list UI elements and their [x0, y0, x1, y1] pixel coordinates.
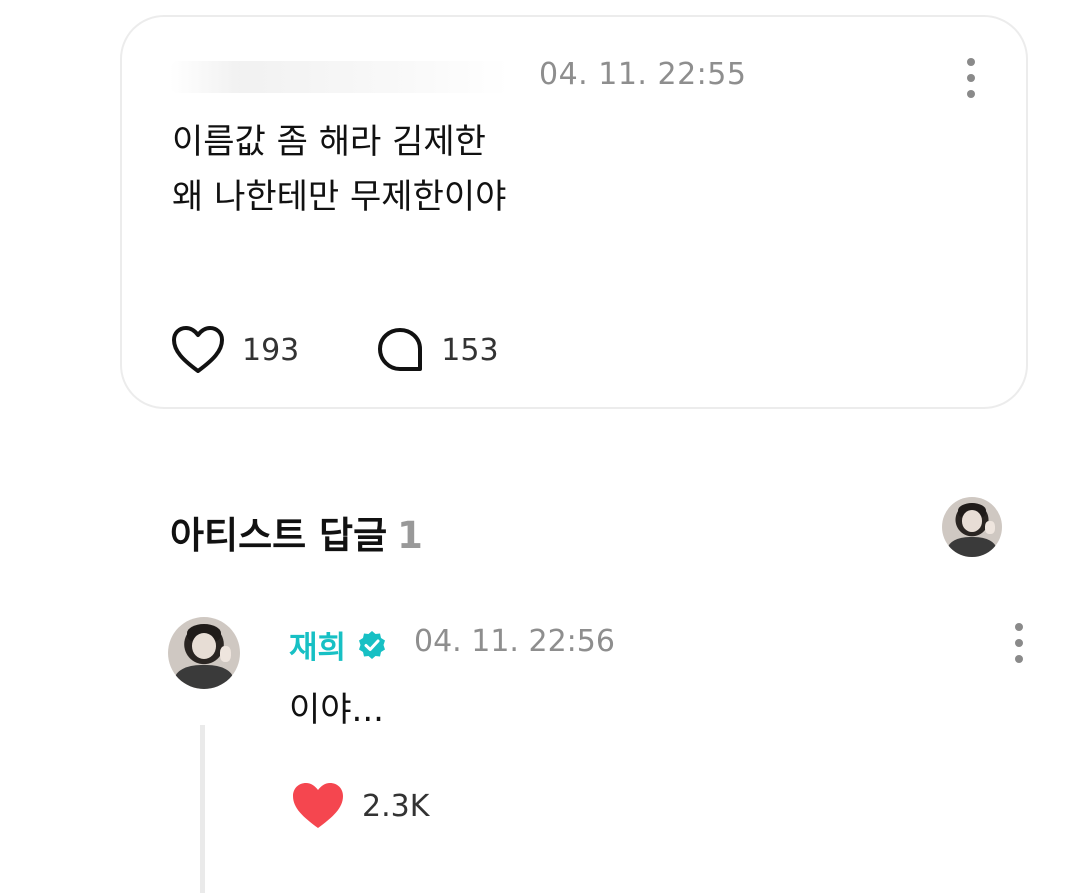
thread-line	[200, 725, 205, 893]
more-dot	[1015, 655, 1023, 663]
post-body: 이름값 좀 해라 김제한 왜 나한테만 무제한이야	[172, 115, 506, 225]
heart-outline-icon	[172, 326, 224, 373]
reply-author-avatar[interactable]	[168, 617, 240, 689]
reply-timestamp: 04. 11. 22:56	[414, 624, 615, 659]
post-line: 왜 나한테만 무제한이야	[172, 177, 507, 217]
reply-author[interactable]: 재희	[289, 622, 388, 667]
artist-avatar-small[interactable]	[942, 497, 1002, 557]
verified-badge-icon	[359, 630, 386, 659]
post-like-count: 193	[242, 332, 300, 368]
artist-reply-title: 아티스트 답글	[170, 514, 388, 557]
reply-more-button[interactable]	[1012, 623, 1026, 663]
heart-filled-icon	[293, 783, 343, 828]
post-timestamp: 04. 11. 22:55	[539, 57, 747, 92]
more-dot	[1015, 623, 1023, 631]
post-actions: 193 153	[170, 323, 499, 377]
reply-like-count: 2.3K	[362, 788, 430, 824]
post-comment-count: 153	[441, 332, 499, 368]
more-dot	[967, 58, 975, 66]
more-dot	[967, 90, 975, 98]
more-dot	[1015, 639, 1023, 647]
artist-reply-count: 1	[397, 514, 423, 557]
speech-bubble-icon	[378, 328, 423, 371]
post-card: 04. 11. 22:55 이름값 좀 해라 김제한 왜 나한테만 무제한이야 …	[120, 15, 1028, 409]
page: 04. 11. 22:55 이름값 좀 해라 김제한 왜 나한테만 무제한이야 …	[0, 0, 1080, 893]
reply-author-name: 재희	[289, 630, 347, 666]
post-author-blurred	[170, 61, 510, 93]
artist-reply-heading: 아티스트 답글 1	[170, 505, 423, 559]
post-comment-button[interactable]: 153	[375, 325, 499, 375]
post-like-button[interactable]: 193	[170, 324, 299, 376]
reply-like-button[interactable]: 2.3K	[290, 780, 429, 832]
post-line: 이름값 좀 해라 김제한	[172, 122, 486, 162]
reply-text: 이야...	[289, 690, 384, 730]
post-more-button[interactable]	[964, 58, 978, 98]
more-dot	[967, 74, 975, 82]
